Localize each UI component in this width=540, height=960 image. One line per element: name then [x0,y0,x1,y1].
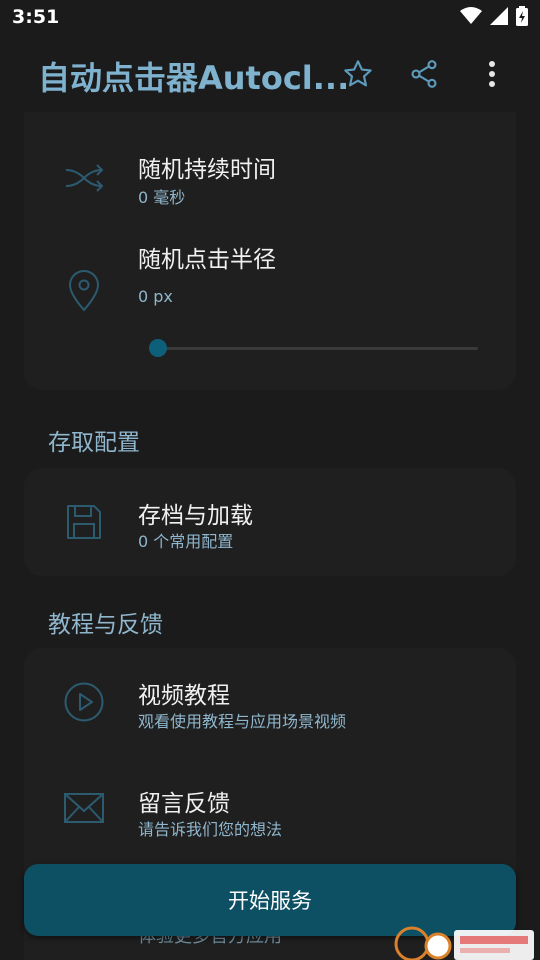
app-bar: 自动点击器Autocl... [0,36,540,112]
location-pin-icon [68,270,100,312]
feedback-subtitle: 请告诉我们您的想法 [138,820,283,839]
row-icon [60,678,108,726]
save-icon [67,505,101,539]
save-load-subtitle: 0 个常用配置 [138,532,234,551]
signal-icon [490,7,508,25]
section-title-config: 存取配置 [48,430,140,456]
random-duration-value: 0 毫秒 [138,188,186,207]
battery-icon [516,6,528,26]
section-title-tutorial: 教程与反馈 [48,612,163,638]
app-title: 自动点击器Autocl... [38,59,350,97]
random-duration-row[interactable]: 随机持续时间 0 毫秒 [24,132,516,222]
star-icon [344,60,372,87]
video-tutorial-row[interactable]: 视频教程 观看使用教程与应用场景视频 [24,648,516,756]
play-circle-icon [64,682,104,722]
more-button[interactable] [472,54,512,94]
favorite-button[interactable] [338,54,378,94]
share-icon [411,60,437,88]
cross-arrows-icon [65,164,104,192]
watermark-logo-icon [394,926,534,960]
random-radius-row[interactable]: 随机点击半径 0 px [24,230,516,380]
random-duration-title: 随机持续时间 [138,157,276,183]
radius-slider-thumb[interactable] [149,339,167,357]
feedback-title: 留言反馈 [138,791,230,817]
row-icon [60,266,108,314]
row-icon [60,498,108,546]
save-load-row[interactable]: 存档与加载 0 个常用配置 [24,468,516,576]
config-card: 存档与加载 0 个常用配置 [24,468,516,576]
mail-icon [64,793,104,823]
status-time: 3:51 [12,6,60,28]
random-radius-value: 0 px [138,287,173,306]
status-icons [460,6,528,26]
feedback-row[interactable]: 留言反馈 请告诉我们您的想法 [24,756,516,864]
row-icon [60,154,108,202]
share-button[interactable] [404,54,444,94]
video-tutorial-title: 视频教程 [138,683,230,709]
row-icon [60,784,108,832]
more-vert-icon [489,61,495,87]
save-load-title: 存档与加载 [138,503,253,529]
wifi-icon [460,7,482,24]
radius-slider-track[interactable] [158,347,478,350]
status-bar: 3:51 [0,0,540,36]
video-tutorial-subtitle: 观看使用教程与应用场景视频 [138,712,347,731]
random-radius-title: 随机点击半径 [138,247,276,273]
